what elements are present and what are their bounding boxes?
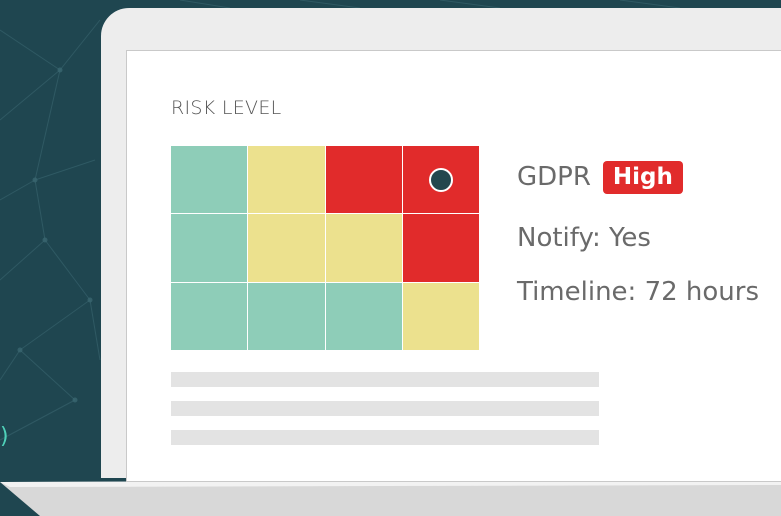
severity-badge: High [602,160,683,194]
matrix-cell-green [171,214,248,282]
timeline-status: Timeline: 72 hours [517,277,760,307]
risk-level-title: RISK LEVEL [171,97,282,119]
matrix-cell-green [171,282,248,350]
matrix-cell-yellow [325,214,402,282]
matrix-cell-green [325,282,402,350]
risk-matrix [171,146,479,350]
notify-status: Notify: Yes [517,223,651,253]
matrix-cell-green [171,146,248,214]
placeholder-line [171,401,599,416]
risk-info: GDPR High Notify: Yes Timeline: 72 hours [517,159,759,307]
placeholder-line [171,372,599,387]
matrix-cell-yellow [248,214,325,282]
matrix-cell-green [248,282,325,350]
matrix-cell-red [325,146,402,214]
placeholder-line [171,430,599,445]
matrix-cell-yellow [402,282,479,350]
matrix-cell-yellow [248,146,325,214]
regulation-row: GDPR High [517,159,759,195]
laptop-screen: RISK LEVEL GDPR High Notify: Yes Timelin… [126,50,781,482]
laptop-base [0,480,781,516]
risk-marker-icon [428,167,453,192]
cropped-text-fragment: ) [0,424,9,449]
matrix-cell-red [402,214,479,282]
matrix-cell-red [402,146,479,214]
regulation-label: GDPR [517,162,591,192]
